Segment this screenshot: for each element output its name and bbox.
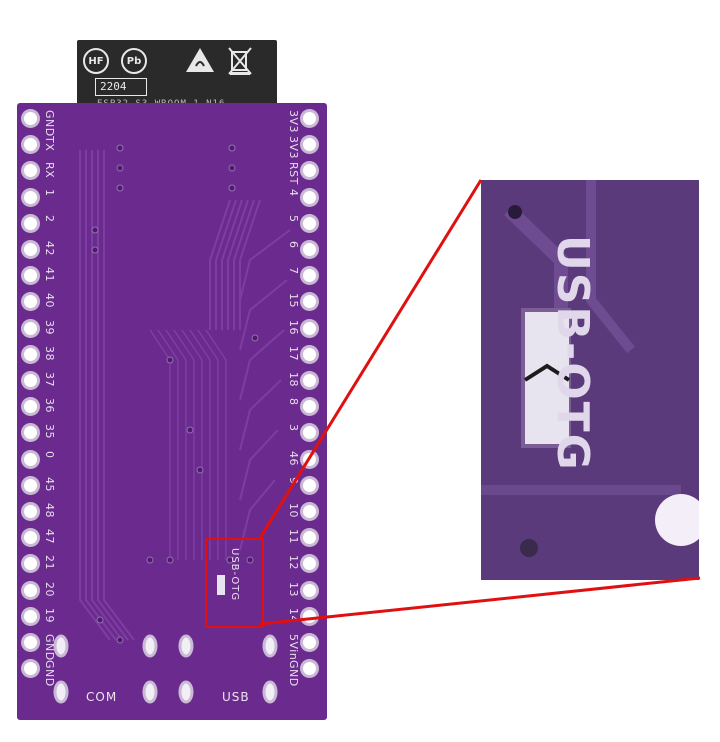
callout-lines [258,179,701,626]
